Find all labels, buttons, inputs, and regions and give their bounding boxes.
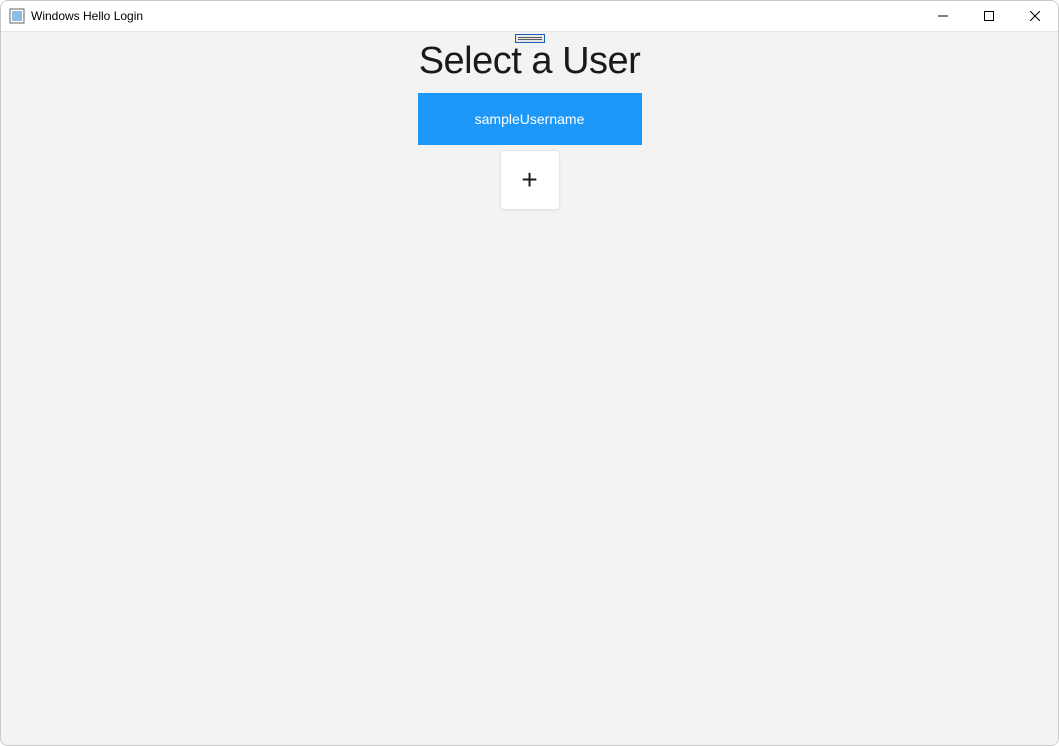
- window-title: Windows Hello Login: [31, 9, 920, 23]
- minimize-icon: [938, 11, 948, 21]
- close-icon: [1030, 11, 1040, 21]
- titlebar: Windows Hello Login: [1, 1, 1058, 31]
- page-title: Select a User: [419, 40, 641, 83]
- user-tile-button[interactable]: sampleUsername: [418, 93, 642, 145]
- user-select-panel: Select a User sampleUsername +: [418, 32, 642, 210]
- minimize-button[interactable]: [920, 1, 966, 31]
- content-area: Select a User sampleUsername +: [1, 31, 1058, 745]
- close-button[interactable]: [1012, 1, 1058, 31]
- app-window: Windows Hello Login Select a User sample…: [0, 0, 1059, 746]
- window-controls: [920, 1, 1058, 31]
- add-user-button[interactable]: +: [500, 150, 560, 210]
- maximize-button[interactable]: [966, 1, 1012, 31]
- maximize-icon: [984, 11, 994, 21]
- app-icon: [9, 8, 25, 24]
